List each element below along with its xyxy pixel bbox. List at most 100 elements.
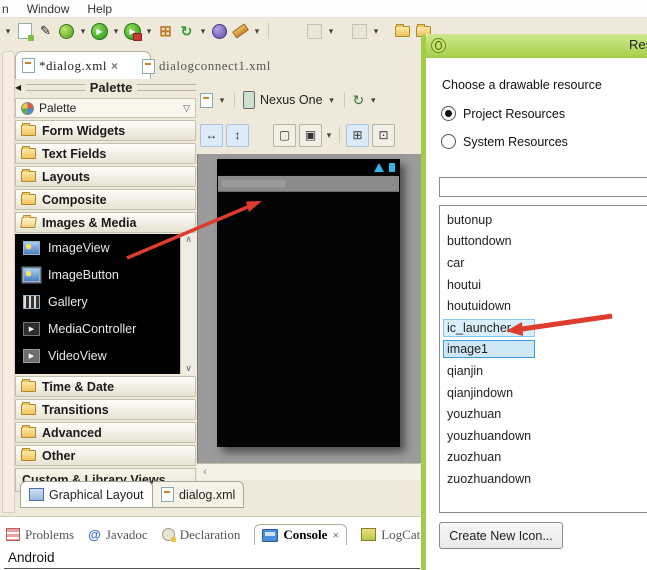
palette-category-other[interactable]: Other bbox=[15, 445, 196, 466]
show-margins-button[interactable]: ⊡ bbox=[372, 123, 395, 147]
menu-item-cut[interactable]: n bbox=[2, 2, 9, 16]
last-edit-dropdown[interactable]: ▾ bbox=[372, 26, 380, 37]
config-file-icon[interactable] bbox=[200, 92, 213, 108]
palette-dropdown[interactable]: Palette ▽ bbox=[15, 98, 196, 118]
horizontal-scrollbar[interactable]: ‹ bbox=[197, 463, 420, 480]
scroll-down-icon[interactable]: ∨ bbox=[185, 363, 192, 374]
palette-scrollbar[interactable]: ∧ ∨ bbox=[180, 234, 196, 374]
palette-category-advanced[interactable]: Advanced bbox=[15, 422, 196, 443]
annotation-nav-icon[interactable] bbox=[306, 23, 323, 40]
list-item-highlighted[interactable]: ic_launcher bbox=[440, 317, 647, 339]
tab-problems[interactable]: Problems bbox=[6, 527, 74, 543]
dialog-title: Resource Chooser bbox=[629, 37, 647, 52]
palette-category-time-date[interactable]: Time & Date bbox=[15, 376, 196, 397]
palette-category-layouts[interactable]: Layouts bbox=[15, 166, 196, 187]
palette-item-videoview[interactable]: ▶ VideoView bbox=[15, 342, 196, 369]
collapsed-view-strip[interactable] bbox=[2, 51, 15, 513]
tab-dialog-xml[interactable]: *dialog.xml × bbox=[15, 51, 151, 79]
list-item[interactable]: qianjin bbox=[440, 360, 647, 382]
palette-item-gallery[interactable]: Gallery bbox=[15, 288, 196, 315]
palette-item-mediacontroller[interactable]: ▶ MediaController bbox=[15, 315, 196, 342]
tab-declaration[interactable]: Declaration bbox=[161, 527, 240, 543]
open-type-icon[interactable] bbox=[211, 23, 228, 40]
list-item[interactable]: buttondown bbox=[440, 231, 647, 253]
config-dropdown[interactable]: ▾ bbox=[218, 95, 226, 106]
new-android-project-icon[interactable] bbox=[16, 23, 34, 41]
close-icon[interactable]: × bbox=[332, 528, 339, 543]
category-label: Layouts bbox=[42, 169, 90, 184]
resource-list[interactable]: butonup buttondown car houtui houtuidown… bbox=[439, 205, 647, 513]
tab-logcat[interactable]: LogCat bbox=[361, 527, 420, 543]
search-icon[interactable] bbox=[232, 23, 249, 40]
list-item[interactable]: zuozhuan bbox=[440, 447, 647, 469]
annotation-nav-dropdown[interactable]: ▾ bbox=[327, 26, 335, 37]
refresh-icon[interactable]: ↻ bbox=[178, 23, 195, 40]
palette-icon bbox=[21, 101, 34, 115]
palette-item-imageview[interactable]: ImageView bbox=[15, 234, 196, 261]
rotate-icon[interactable]: ↻ bbox=[353, 92, 365, 109]
list-item[interactable]: qianjindown bbox=[440, 382, 647, 404]
debug-icon[interactable] bbox=[58, 23, 75, 40]
list-item[interactable]: youzhuan bbox=[440, 403, 647, 425]
run-config-dropdown[interactable]: ▾ bbox=[145, 26, 153, 37]
list-item[interactable]: houtuidown bbox=[440, 295, 647, 317]
item-label: ImageView bbox=[48, 240, 110, 255]
mode-dropdown[interactable]: ▾ bbox=[325, 130, 333, 141]
palette-category-transitions[interactable]: Transitions bbox=[15, 399, 196, 420]
palette-category-text-fields[interactable]: Text Fields bbox=[15, 143, 196, 164]
dialog-icon bbox=[431, 37, 446, 53]
console-content-title: Android bbox=[8, 550, 55, 565]
create-new-icon-button[interactable]: Create New Icon... bbox=[439, 522, 563, 549]
scroll-up-icon[interactable]: ∧ bbox=[185, 234, 192, 245]
scroll-left-icon[interactable]: ‹ bbox=[197, 465, 213, 479]
palette-item-imagebutton[interactable]: ImageButton bbox=[15, 261, 196, 288]
close-icon[interactable]: × bbox=[111, 59, 118, 73]
device-dropdown[interactable]: ▾ bbox=[328, 95, 336, 106]
list-item[interactable]: youzhuandown bbox=[440, 425, 647, 447]
list-item[interactable]: zuozhuandown bbox=[440, 468, 647, 490]
menu-item-help[interactable]: Help bbox=[87, 2, 112, 16]
match-width-button[interactable]: ↔ bbox=[200, 123, 223, 147]
menu-item-window[interactable]: Window bbox=[27, 2, 70, 16]
tab-dialogconnect1-xml[interactable]: dialogconnect1.xml bbox=[142, 54, 271, 78]
list-item-selected[interactable]: image1 bbox=[440, 339, 647, 361]
list-item[interactable]: houtui bbox=[440, 274, 647, 296]
refresh-dropdown[interactable]: ▾ bbox=[199, 26, 207, 37]
tab-javadoc[interactable]: @ Javadoc bbox=[88, 527, 148, 543]
dialog-title-bar[interactable]: Resource Chooser bbox=[426, 34, 647, 56]
debug-dropdown[interactable]: ▾ bbox=[79, 26, 87, 37]
selection-mode-button[interactable]: ▢ bbox=[273, 123, 296, 147]
run-config-icon[interactable]: ▶ bbox=[124, 22, 142, 41]
run-icon[interactable]: ▶ bbox=[91, 22, 108, 40]
device-selector[interactable]: Nexus One bbox=[260, 93, 323, 107]
pencil-icon[interactable]: ✎ bbox=[37, 23, 54, 40]
search-dropdown[interactable]: ▾ bbox=[253, 26, 261, 37]
layout-canvas[interactable] bbox=[197, 154, 421, 463]
rotate-dropdown[interactable]: ▾ bbox=[369, 95, 377, 106]
match-height-button[interactable]: ↕ bbox=[226, 123, 249, 147]
run-dropdown[interactable]: ▾ bbox=[112, 26, 120, 37]
collapse-arrow-icon[interactable]: ◀ bbox=[15, 83, 21, 92]
tab-dialog-xml-source[interactable]: dialog.xml bbox=[153, 481, 245, 508]
list-item[interactable]: butonup bbox=[440, 209, 647, 231]
open-folder-icon[interactable] bbox=[394, 23, 411, 40]
page-icon bbox=[17, 23, 34, 41]
tab-console[interactable]: Console × bbox=[254, 524, 348, 545]
resource-filter-input[interactable] bbox=[439, 177, 647, 197]
overflow-dropdown[interactable]: ▾ bbox=[4, 26, 12, 37]
device-preview[interactable] bbox=[217, 159, 400, 447]
palette-category-composite[interactable]: Composite bbox=[15, 189, 196, 210]
radio-project-resources[interactable]: Project Resources bbox=[441, 106, 565, 121]
open-perspective-icon[interactable]: ⊞ bbox=[157, 23, 174, 40]
palette-category-form-widgets[interactable]: Form Widgets bbox=[15, 120, 196, 141]
play-badge-icon: ▶ bbox=[124, 22, 142, 41]
folder-icon bbox=[21, 448, 36, 461]
radio-system-resources[interactable]: System Resources bbox=[441, 134, 568, 149]
eclipse-window: n Window Help ▾ ✎ ▾ ▶ ▾ ▶ ▾ ⊞ ↻ ▾ ▾ ▾ ▾ … bbox=[0, 0, 647, 570]
tab-graphical-layout[interactable]: Graphical Layout bbox=[20, 481, 153, 508]
last-edit-icon[interactable] bbox=[351, 23, 368, 40]
palette-category-images-media[interactable]: Images & Media bbox=[15, 212, 196, 233]
show-outline-button[interactable]: ⊞ bbox=[346, 123, 369, 147]
list-item[interactable]: car bbox=[440, 252, 647, 274]
expand-mode-button[interactable]: ▣ bbox=[299, 123, 322, 147]
